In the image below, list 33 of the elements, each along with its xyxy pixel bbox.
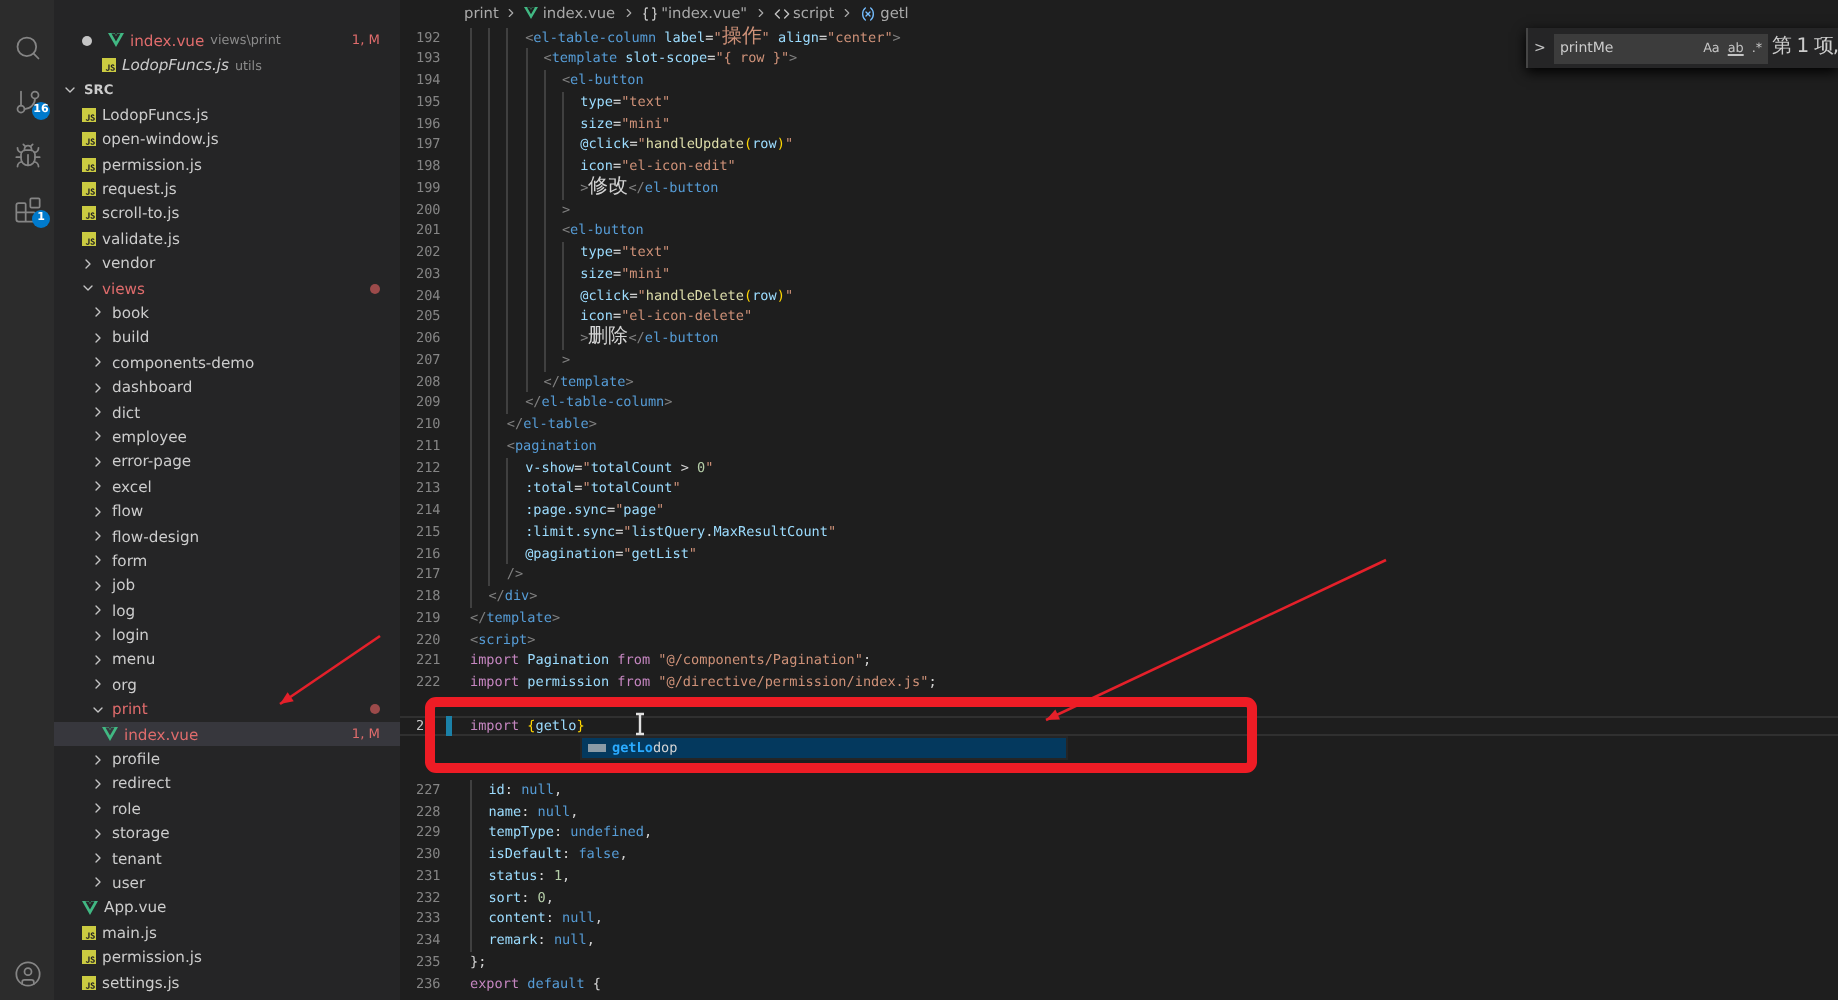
js-file-icon — [82, 231, 96, 246]
js-file-icon — [82, 132, 96, 147]
blocks-icon[interactable] — [13, 195, 41, 223]
vue-file-icon — [108, 32, 124, 49]
chevron-right-icon — [504, 6, 519, 21]
account-icon[interactable] — [13, 959, 41, 987]
modified-dot — [370, 283, 380, 294]
annotation-arrow — [279, 634, 381, 706]
js-file-icon — [82, 182, 96, 197]
js-file-icon — [82, 206, 96, 221]
match-count: 第 1 项, — [1772, 36, 1838, 60]
vue-file-icon — [524, 6, 539, 21]
code-icon — [773, 5, 790, 22]
js-file-icon — [82, 925, 96, 940]
js-file-icon — [82, 975, 96, 990]
text-cursor-icon — [634, 711, 646, 736]
chevron-right-icon[interactable] — [80, 255, 96, 272]
search-icon[interactable] — [13, 33, 41, 61]
bug-icon[interactable] — [13, 141, 41, 169]
chevron-right-icon — [840, 6, 855, 21]
js-file-icon — [82, 157, 96, 172]
variable-icon — [860, 5, 877, 22]
vue-file-icon — [102, 726, 118, 743]
unsaved-dot — [82, 35, 92, 46]
vue-file-icon — [82, 899, 98, 916]
chevron-right-icon — [753, 6, 768, 21]
js-file-icon — [102, 58, 116, 73]
braces-icon — [641, 5, 658, 22]
js-file-icon — [82, 107, 96, 122]
js-file-icon — [82, 950, 96, 965]
word-icon — [588, 742, 606, 755]
modified-dot — [370, 704, 380, 715]
chevron-right-icon — [621, 6, 636, 21]
